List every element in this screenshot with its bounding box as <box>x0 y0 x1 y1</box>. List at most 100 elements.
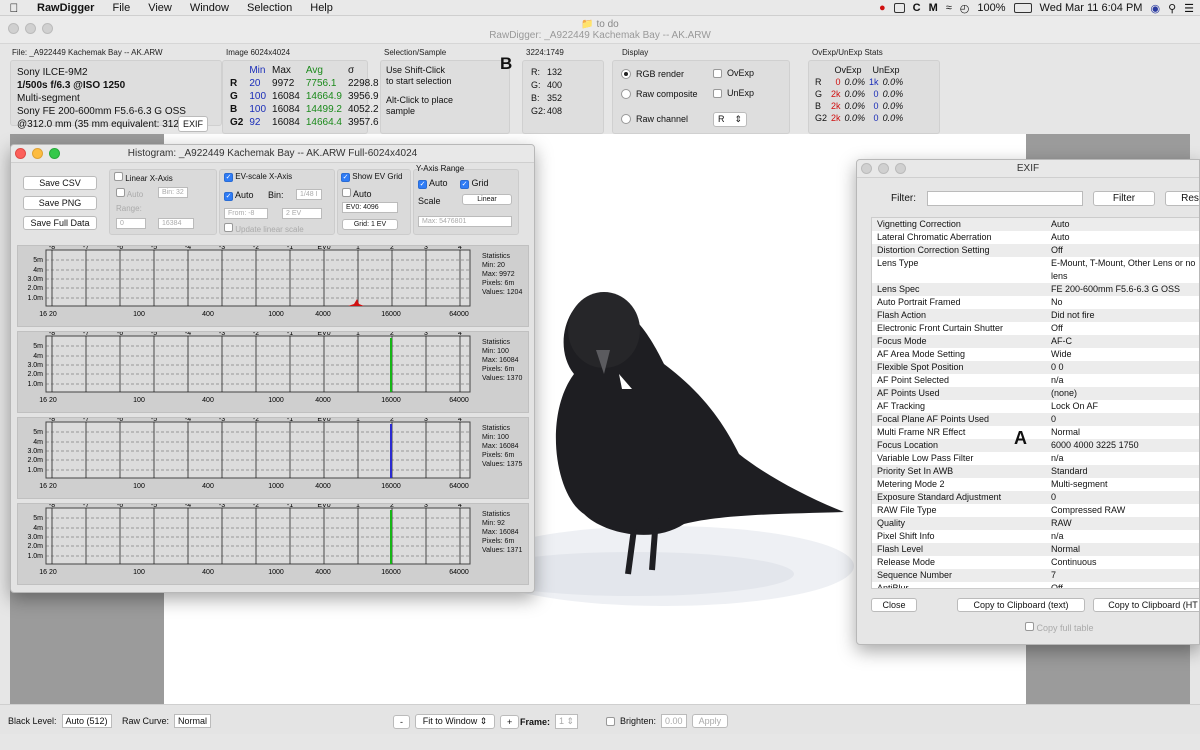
exif-row[interactable]: Distortion Correction Setting Off <box>872 244 1199 257</box>
exif-row[interactable]: Focus Location 6000 4000 3225 1750 <box>872 439 1199 452</box>
histogram-graph[interactable]: -8 -7 -6 -5 -4 -3 -2 -1 EV0 1 2 3 4 5m 4m 3.0m 2.0m 1.0m 1… <box>17 503 529 585</box>
raw-composite-radio[interactable]: Raw composite <box>621 89 698 99</box>
zoom-window-button[interactable] <box>49 148 60 159</box>
raw-channel-select[interactable]: R ⇕ <box>713 112 747 127</box>
close-window-button[interactable] <box>15 148 26 159</box>
save-full-data-button[interactable]: Save Full Data <box>23 216 97 230</box>
range-from-field[interactable]: 0 <box>116 218 146 229</box>
ovexp-checkbox[interactable]: OvExp <box>713 68 754 78</box>
close-window-button[interactable] <box>861 163 872 174</box>
creative-cloud-icon[interactable]: ● <box>879 2 886 14</box>
raw-curve-field[interactable]: Normal <box>174 714 212 728</box>
histogram-graph[interactable]: -8 -7 -6 -5 -4 -3 -2 -1 EV0 1 2 3 4 5m 4m 3.0m 2.0m 1.0m 1… <box>17 331 529 413</box>
exif-row[interactable]: Metering Mode 2 Multi-segment <box>872 478 1199 491</box>
ev-from-field[interactable]: From: -8 <box>224 208 268 219</box>
unexp-checkbox[interactable]: UnExp <box>713 88 754 98</box>
wifi-icon[interactable]: ≈ <box>946 2 952 14</box>
exif-row[interactable]: AF Points Used (none) <box>872 387 1199 400</box>
exif-table[interactable]: Vignetting Correction Auto Lateral Chromat… <box>871 217 1199 589</box>
exif-row[interactable]: Electronic Front Curtain Shutter Off <box>872 322 1199 335</box>
y-auto-checkbox[interactable]: ✓ Auto <box>418 178 448 189</box>
filter-button[interactable]: Filter <box>1093 191 1155 206</box>
scale-select[interactable]: Linear <box>462 194 512 205</box>
black-level-field[interactable]: Auto (512) <box>61 714 112 728</box>
exif-row[interactable]: RAW File Type Compressed RAW <box>872 504 1199 517</box>
brighten-field[interactable]: 0.00 <box>661 714 687 728</box>
ev-grid-auto-checkbox[interactable]: Auto <box>342 188 372 199</box>
exif-row[interactable]: Pixel Shift Info n/a <box>872 530 1199 543</box>
y-grid-checkbox[interactable]: ✓ Grid <box>460 178 489 189</box>
copy-full-table-checkbox[interactable]: Copy full table <box>1025 622 1094 633</box>
ev-bin-field[interactable]: 1/48 I <box>296 189 322 200</box>
search-icon[interactable]: ⚲ <box>1168 2 1176 15</box>
ev-to-field[interactable]: 2 EV <box>282 208 322 219</box>
apply-button[interactable]: Apply <box>691 714 729 728</box>
menu-list-icon[interactable]: ☰ <box>1184 2 1194 15</box>
menu-help[interactable]: Help <box>301 2 342 14</box>
battery-icon[interactable] <box>1013 3 1032 13</box>
exif-row[interactable]: Priority Set In AWB Standard <box>872 465 1199 478</box>
zoom-in-button[interactable]: + <box>500 714 520 729</box>
update-linear-checkbox[interactable]: Update linear scale <box>224 223 304 234</box>
histogram-graph[interactable]: -8 -7 -6 -5 -4 -3 -2 -1 EV0 1 2 3 4 5m 4m 3.0m 2.0m 1.0m 1… <box>17 417 529 499</box>
menu-view[interactable]: View <box>139 2 181 14</box>
clock[interactable]: Wed Mar 11 6:04 PM <box>1040 2 1143 14</box>
rgb-render-radio[interactable]: RGB render <box>621 69 684 79</box>
copy-html-button[interactable]: Copy to Clipboard (HT <box>1093 598 1199 612</box>
exif-row[interactable]: Lateral Chromatic Aberration Auto <box>872 231 1199 244</box>
exif-row[interactable]: Flash Level Normal <box>872 543 1199 556</box>
menu-window[interactable]: Window <box>181 2 238 14</box>
exif-row[interactable]: Lens Type E-Mount, T-Mount, Other Lens or… <box>872 257 1199 283</box>
menu-selection[interactable]: Selection <box>238 2 301 14</box>
range-to-field[interactable]: 16384 <box>158 218 194 229</box>
save-csv-button[interactable]: Save CSV <box>23 176 97 190</box>
menu-file[interactable]: File <box>103 2 139 14</box>
grid-ev-select[interactable]: Grid: 1 EV <box>342 219 398 230</box>
exif-row[interactable]: Flash Action Did not fire <box>872 309 1199 322</box>
exif-row[interactable]: Quality RAW <box>872 517 1199 530</box>
time-machine-icon[interactable]: ◴ <box>960 2 970 15</box>
exif-row[interactable]: AF Tracking Lock On AF <box>872 400 1199 413</box>
exif-row[interactable]: Vignetting Correction Auto <box>872 218 1199 231</box>
show-ev-grid-checkbox[interactable]: ✓ Show EV Grid <box>341 172 402 182</box>
close-window-button[interactable] <box>8 23 19 34</box>
exif-row[interactable]: Focal Plane AF Points Used 0 <box>872 413 1199 426</box>
exif-row[interactable]: Release Mode Continuous <box>872 556 1199 569</box>
ev-scale-checkbox[interactable]: ✓ EV-scale X-Axis <box>224 172 292 182</box>
exif-row[interactable]: Exposure Standard Adjustment 0 <box>872 491 1199 504</box>
linear-bin-field[interactable]: Bin: 32 <box>158 187 188 198</box>
user-icon[interactable]: ◉ <box>1150 2 1160 15</box>
zoom-window-button[interactable] <box>895 163 906 174</box>
exif-row[interactable]: AF Area Mode Setting Wide <box>872 348 1199 361</box>
exif-row[interactable]: Multi Frame NR Effect Normal <box>872 426 1199 439</box>
ev-auto-checkbox[interactable]: ✓ Auto <box>224 190 254 201</box>
exif-row[interactable]: AntiBlur Off <box>872 582 1199 588</box>
exif-row[interactable]: Auto Portrait Framed No <box>872 296 1199 309</box>
close-button[interactable]: Close <box>871 598 917 612</box>
exif-row[interactable]: AF Point Selected n/a <box>872 374 1199 387</box>
exif-row[interactable]: Focus Mode AF-C <box>872 335 1199 348</box>
frame-stepper[interactable]: 1 ⇕ <box>555 714 579 729</box>
exif-row[interactable]: Sequence Number 7 <box>872 569 1199 582</box>
linear-x-checkbox[interactable]: Linear X-Axis <box>114 172 173 183</box>
filter-input[interactable] <box>927 191 1083 206</box>
y-max-field[interactable]: Max: 5476801 <box>418 216 512 227</box>
m-icon[interactable]: M <box>929 2 938 14</box>
zoom-window-button[interactable] <box>42 23 53 34</box>
fit-to-window-select[interactable]: Fit to Window ⇕ <box>415 714 495 729</box>
minimize-window-button[interactable] <box>878 163 889 174</box>
raw-channel-radio[interactable]: Raw channel <box>621 114 688 124</box>
exif-row[interactable]: Flexible Spot Position 0 0 <box>872 361 1199 374</box>
copy-text-button[interactable]: Copy to Clipboard (text) <box>957 598 1085 612</box>
film-icon[interactable] <box>893 3 905 13</box>
minimize-window-button[interactable] <box>25 23 36 34</box>
histogram-graph[interactable]: -8 -7 -6 -5 -4 -3 -2 -1 EV0 1 2 3 4 5m 4m 3.0m 2.0m 1.0m 1… <box>17 245 529 327</box>
c-icon[interactable]: C <box>913 2 921 14</box>
brighten-checkbox[interactable] <box>606 716 615 726</box>
minimize-window-button[interactable] <box>32 148 43 159</box>
exif-button[interactable]: EXIF <box>178 116 209 132</box>
exif-row[interactable]: Variable Low Pass Filter n/a <box>872 452 1199 465</box>
save-png-button[interactable]: Save PNG <box>23 196 97 210</box>
ev0-field[interactable]: EV0: 4096 <box>342 202 398 213</box>
reset-button[interactable]: Res <box>1165 191 1199 206</box>
